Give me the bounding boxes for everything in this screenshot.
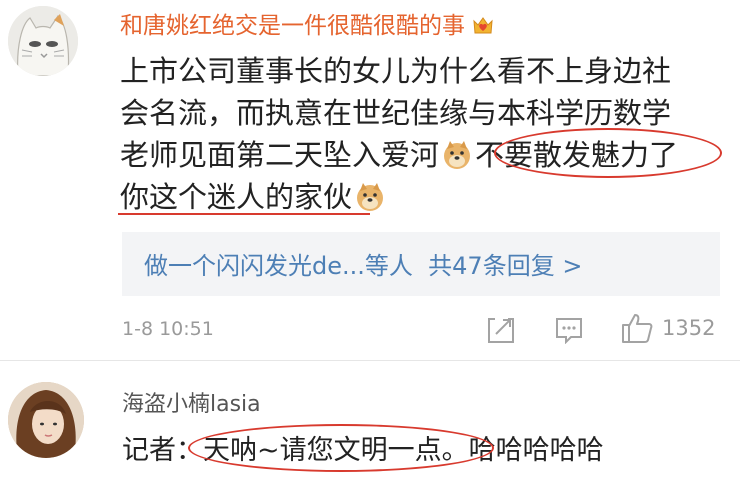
reply-prefix: 记者： <box>122 435 203 466</box>
replies-preview-box[interactable]: 做一个闪闪发光de...等人 共47条回复 > <box>122 232 720 296</box>
replies-link[interactable]: 做一个闪闪发光de...等人 共47条回复 > <box>144 246 582 281</box>
replies-preview-text[interactable]: 做一个闪闪发光de...等人 <box>144 252 413 280</box>
commenter-avatar[interactable] <box>8 6 78 76</box>
annotation-underline <box>118 213 370 215</box>
girl-avatar-icon <box>8 382 84 458</box>
commenter-username[interactable]: 和唐姚红绝交是一件很酷很酷的事 <box>120 6 495 43</box>
reply-username[interactable]: 海盗小楠lasia <box>122 386 261 418</box>
reply-avatar[interactable] <box>8 382 84 458</box>
doge-emoji-icon <box>441 139 473 171</box>
like-count: 1352 <box>662 316 716 340</box>
like-icon[interactable] <box>620 312 654 348</box>
reply-text-highlighted: 天呐~请您文明一点 <box>203 435 442 466</box>
comment-divider <box>0 360 740 361</box>
comment-line: 会名流，而执意在世纪佳缘与本科学历数学 <box>120 96 672 130</box>
comment-line: 你这个迷人的家伙 <box>120 176 730 218</box>
comment-body: 上市公司董事长的女儿为什么看不上身边社 会名流，而执意在世纪佳缘与本科学历数学 … <box>120 50 730 218</box>
share-icon[interactable] <box>486 316 516 348</box>
comment-text: 老师见面第二天坠入爱河 <box>120 138 440 172</box>
comment-line: 老师见面第二天坠入爱河 不要散发魅力了 <box>120 134 730 176</box>
cat-avatar-icon <box>8 6 78 76</box>
username-text[interactable]: 和唐姚红绝交是一件很酷很酷的事 <box>120 13 465 39</box>
comment-timestamp: 1-8 10:51 <box>122 318 214 340</box>
comment-text-highlighted: 不要散发魅力了 <box>475 138 679 172</box>
replies-count-text[interactable]: 共47条回复 > <box>428 252 582 280</box>
reply-suffix: 。哈哈哈哈哈 <box>441 435 604 466</box>
comment-text-underlined: 你这个迷人的家伙 <box>120 180 353 214</box>
comment-icon[interactable] <box>554 316 584 348</box>
reply-body: 记者：天呐~请您文明一点。哈哈哈哈哈 <box>122 428 604 467</box>
crown-heart-icon <box>471 15 495 43</box>
comment-line: 上市公司董事长的女儿为什么看不上身边社 <box>120 54 672 88</box>
doge-emoji-icon <box>354 181 386 213</box>
